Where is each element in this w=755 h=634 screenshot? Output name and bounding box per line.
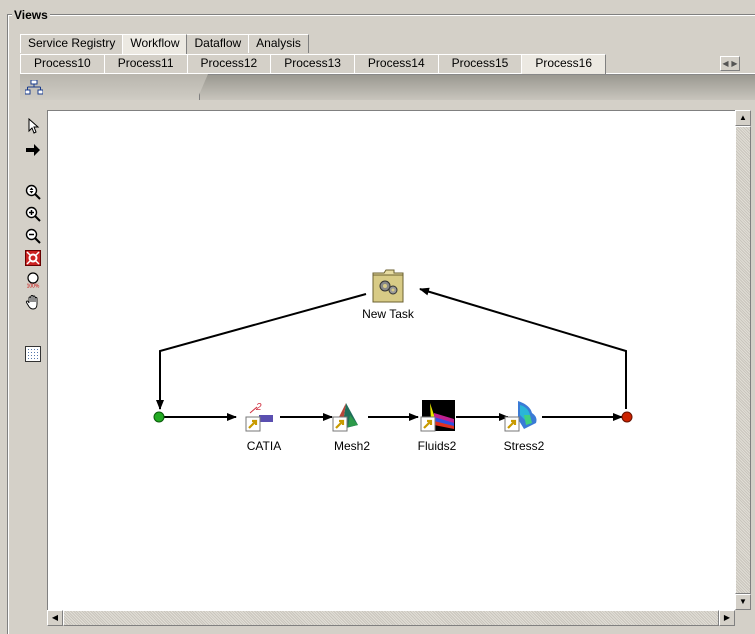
grid-icon[interactable] bbox=[25, 346, 41, 362]
tab-analysis[interactable]: Analysis bbox=[248, 34, 309, 53]
tab-workflow[interactable]: Workflow bbox=[122, 34, 188, 54]
top-tab-bar: Service Registry Workflow Dataflow Analy… bbox=[20, 34, 309, 54]
zoom-fit-icon[interactable] bbox=[25, 184, 41, 200]
step-label-mesh2: Mesh2 bbox=[333, 439, 371, 453]
tab-process14[interactable]: Process14 bbox=[353, 54, 439, 73]
diagram-header-strip bbox=[20, 73, 755, 100]
zoom-in-icon[interactable] bbox=[25, 206, 41, 222]
end-node bbox=[621, 411, 633, 423]
vertical-scrollbar[interactable]: ▲ ▼ bbox=[735, 110, 751, 610]
scroll-down-icon[interactable]: ▼ bbox=[735, 594, 751, 610]
step-label-fluids2: Fluids2 bbox=[417, 439, 457, 453]
svg-text:100%: 100% bbox=[27, 284, 40, 289]
views-title: Views bbox=[12, 8, 50, 22]
mesh-icon[interactable] bbox=[332, 401, 364, 433]
hierarchy-icon[interactable] bbox=[25, 80, 43, 95]
tab-process11[interactable]: Process11 bbox=[103, 54, 188, 73]
tab-process15[interactable]: Process15 bbox=[437, 54, 523, 73]
select-arrow-icon[interactable] bbox=[25, 118, 41, 134]
tab-process13[interactable]: Process13 bbox=[270, 54, 355, 73]
stress-icon[interactable] bbox=[504, 399, 540, 433]
pan-hand-icon[interactable] bbox=[25, 294, 41, 310]
task-label: New Task bbox=[362, 307, 414, 321]
vertical-scroll-thumb[interactable] bbox=[735, 126, 751, 594]
start-node bbox=[153, 411, 165, 423]
zoom-100-icon[interactable]: 100% bbox=[25, 272, 41, 288]
tab-process10[interactable]: Process10 bbox=[20, 54, 105, 73]
step-label-catia: CATIA bbox=[246, 439, 282, 453]
tab-scroll-left-icon[interactable]: ◀ bbox=[721, 57, 730, 70]
edge-end-to-task bbox=[419, 287, 627, 409]
edge-task-to-start bbox=[156, 293, 367, 410]
tab-service-registry[interactable]: Service Registry bbox=[20, 34, 124, 53]
tab-process16[interactable]: Process16 bbox=[521, 54, 607, 74]
fluids-icon[interactable] bbox=[420, 399, 456, 433]
tab-dataflow[interactable]: Dataflow bbox=[186, 34, 250, 53]
scroll-right-icon[interactable]: ▶ bbox=[719, 610, 735, 626]
tab-scroll-right-icon[interactable]: ▶ bbox=[730, 57, 739, 70]
zoom-reset-icon[interactable] bbox=[25, 250, 41, 266]
connect-arrow-icon[interactable] bbox=[25, 142, 41, 158]
catia-icon[interactable]: 2 bbox=[245, 401, 277, 433]
strip-background bbox=[200, 74, 755, 100]
scroll-up-icon[interactable]: ▲ bbox=[735, 110, 751, 126]
workflow-diagram bbox=[153, 287, 633, 423]
diagram-view-tab[interactable] bbox=[20, 74, 200, 100]
folder-gear-icon[interactable] bbox=[372, 267, 404, 303]
tab-process12[interactable]: Process12 bbox=[186, 54, 272, 73]
workflow-canvas[interactable]: New Task 2 CATIA Mesh2 Fluids2 Stress2 bbox=[47, 110, 735, 610]
tab-scroll-buttons: ◀ ▶ bbox=[720, 56, 740, 71]
zoom-out-icon[interactable] bbox=[25, 228, 41, 244]
scroll-left-icon[interactable]: ◀ bbox=[47, 610, 63, 626]
process-tab-bar: Process10 Process11 Process12 Process13 … bbox=[20, 54, 607, 74]
step-label-stress2: Stress2 bbox=[503, 439, 545, 453]
horizontal-scroll-thumb[interactable] bbox=[63, 610, 719, 626]
vertical-toolbar: 100% bbox=[20, 110, 46, 600]
horizontal-scrollbar[interactable]: ◀ ▶ bbox=[47, 610, 735, 626]
